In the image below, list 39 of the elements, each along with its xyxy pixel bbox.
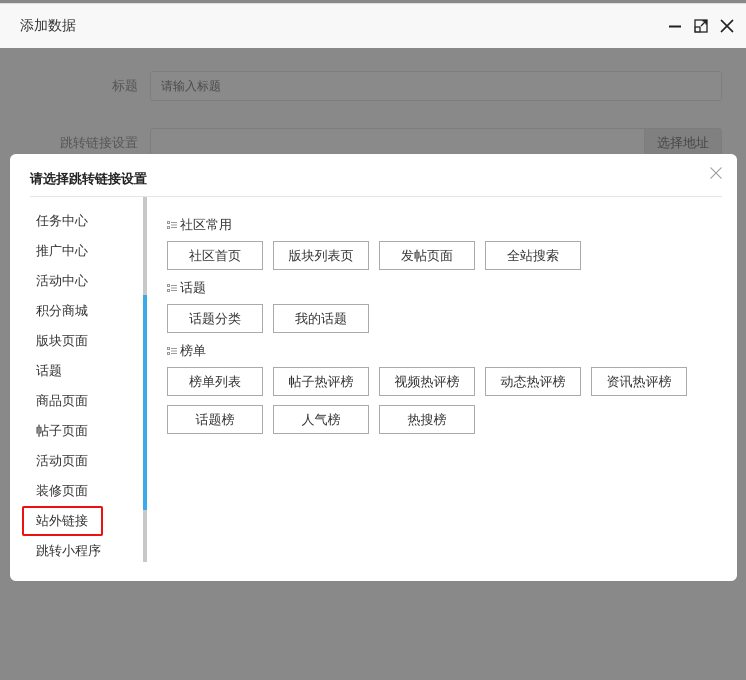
sidebar-item[interactable]: 活动页面 bbox=[22, 446, 103, 476]
window-title: 添加数据 bbox=[20, 17, 77, 35]
link-option-button[interactable]: 帖子热评榜 bbox=[273, 367, 369, 396]
scrollbar-thumb[interactable] bbox=[143, 295, 147, 510]
scrollbar[interactable] bbox=[143, 197, 147, 562]
list-icon bbox=[167, 284, 177, 292]
link-option-button[interactable]: 人气榜 bbox=[273, 405, 369, 434]
link-option-button[interactable]: 热搜榜 bbox=[379, 405, 475, 434]
sidebar-item[interactable]: 任务中心 bbox=[22, 206, 103, 236]
sidebar-item[interactable]: 版块页面 bbox=[22, 326, 103, 356]
link-option-button[interactable]: 榜单列表 bbox=[167, 367, 263, 396]
section-title: 榜单 bbox=[180, 343, 206, 360]
sidebar-item[interactable]: 站外链接 bbox=[22, 506, 103, 536]
sidebar-item[interactable]: 积分商城 bbox=[22, 296, 103, 326]
sidebar-item[interactable]: 帖子页面 bbox=[22, 416, 103, 446]
dialog-title: 请选择跳转链接设置 bbox=[30, 170, 147, 188]
list-icon bbox=[167, 346, 177, 356]
maximize-icon[interactable] bbox=[694, 19, 708, 33]
link-option-button[interactable]: 话题榜 bbox=[167, 405, 263, 434]
link-option-button[interactable]: 动态热评榜 bbox=[485, 367, 581, 396]
link-option-button[interactable]: 资讯热评榜 bbox=[591, 367, 687, 396]
link-option-button[interactable]: 社区首页 bbox=[167, 241, 263, 270]
close-icon[interactable] bbox=[720, 19, 734, 33]
sidebar-item[interactable]: 活动中心 bbox=[22, 266, 103, 296]
link-option-button[interactable]: 发帖页面 bbox=[379, 241, 475, 270]
input-field[interactable]: 请输入标题 bbox=[150, 71, 722, 101]
section-title: 话题 bbox=[180, 280, 206, 297]
section-title: 社区常用 bbox=[180, 217, 232, 234]
link-option-button[interactable]: 全站搜索 bbox=[485, 241, 581, 270]
list-icon bbox=[167, 220, 177, 230]
sidebar-item[interactable]: 装修页面 bbox=[22, 476, 103, 506]
sidebar-item[interactable]: 商品页面 bbox=[22, 386, 103, 416]
sidebar-item[interactable]: 话题 bbox=[22, 356, 103, 386]
link-option-button[interactable]: 视频热评榜 bbox=[379, 367, 475, 396]
sidebar-item[interactable]: 跳转小程序 bbox=[22, 536, 103, 566]
link-option-button[interactable]: 版块列表页 bbox=[273, 241, 369, 270]
sidebar-item[interactable]: 推广中心 bbox=[22, 236, 103, 266]
link-option-button[interactable]: 我的话题 bbox=[273, 304, 369, 333]
link-option-button[interactable]: 话题分类 bbox=[167, 304, 263, 333]
